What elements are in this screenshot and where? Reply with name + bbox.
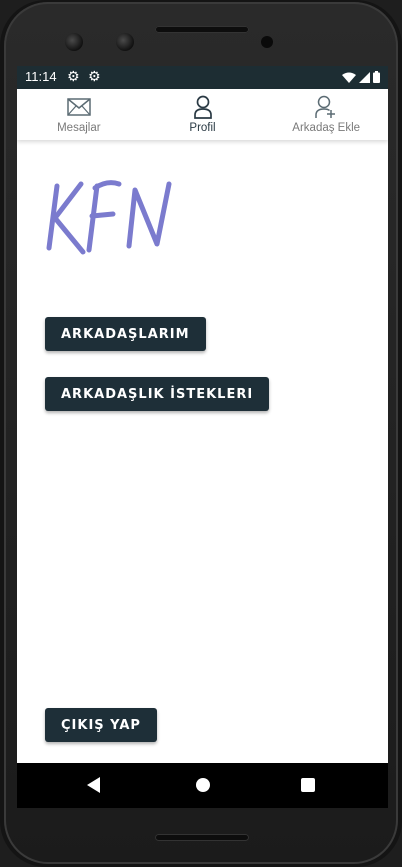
tab-label-add-friend: Arkadaş Ekle <box>292 122 361 134</box>
earpiece-speaker <box>155 26 249 33</box>
proximity-sensor <box>261 36 273 48</box>
user-icon <box>193 95 213 119</box>
battery-icon <box>373 71 380 83</box>
tab-messages[interactable]: Mesajlar <box>17 89 141 140</box>
friend-requests-button[interactable]: ARKADAŞLIK İSTEKLERI <box>45 377 270 411</box>
home-icon[interactable] <box>196 778 210 792</box>
phone-body: 11:14 ⚙ ⚙ Mesajlar Profil Arkadaş Ekle A… <box>0 0 402 867</box>
kfn-logo <box>46 180 172 255</box>
status-time: 11:14 <box>25 69 57 84</box>
system-nav-bar <box>17 763 388 808</box>
tab-profile[interactable]: Profil <box>141 89 265 140</box>
tab-label-profile: Profil <box>189 122 216 134</box>
status-icons <box>342 70 380 84</box>
tab-bar: Mesajlar Profil Arkadaş Ekle <box>17 89 388 140</box>
screen: 11:14 ⚙ ⚙ Mesajlar Profil Arkadaş Ekle A… <box>17 66 388 808</box>
bottom-speaker <box>155 834 249 841</box>
add-user-icon <box>315 95 337 119</box>
gear-icon: ⚙ <box>88 69 101 85</box>
logout-button[interactable]: ÇIKIŞ YAP <box>45 708 157 742</box>
front-camera <box>65 33 83 51</box>
tab-add-friend[interactable]: Arkadaş Ekle <box>264 89 388 140</box>
tab-label-messages: Mesajlar <box>57 122 101 134</box>
back-icon[interactable] <box>87 777 100 793</box>
my-friends-button[interactable]: ARKADAŞLARIM <box>45 317 206 351</box>
status-bar: 11:14 ⚙ ⚙ <box>17 66 388 89</box>
envelope-icon <box>67 95 91 119</box>
gear-icon: ⚙ <box>67 69 80 85</box>
signal-icon <box>359 71 370 83</box>
wifi-icon <box>342 72 356 83</box>
recents-icon[interactable] <box>301 778 315 792</box>
front-camera-secondary <box>116 33 134 51</box>
